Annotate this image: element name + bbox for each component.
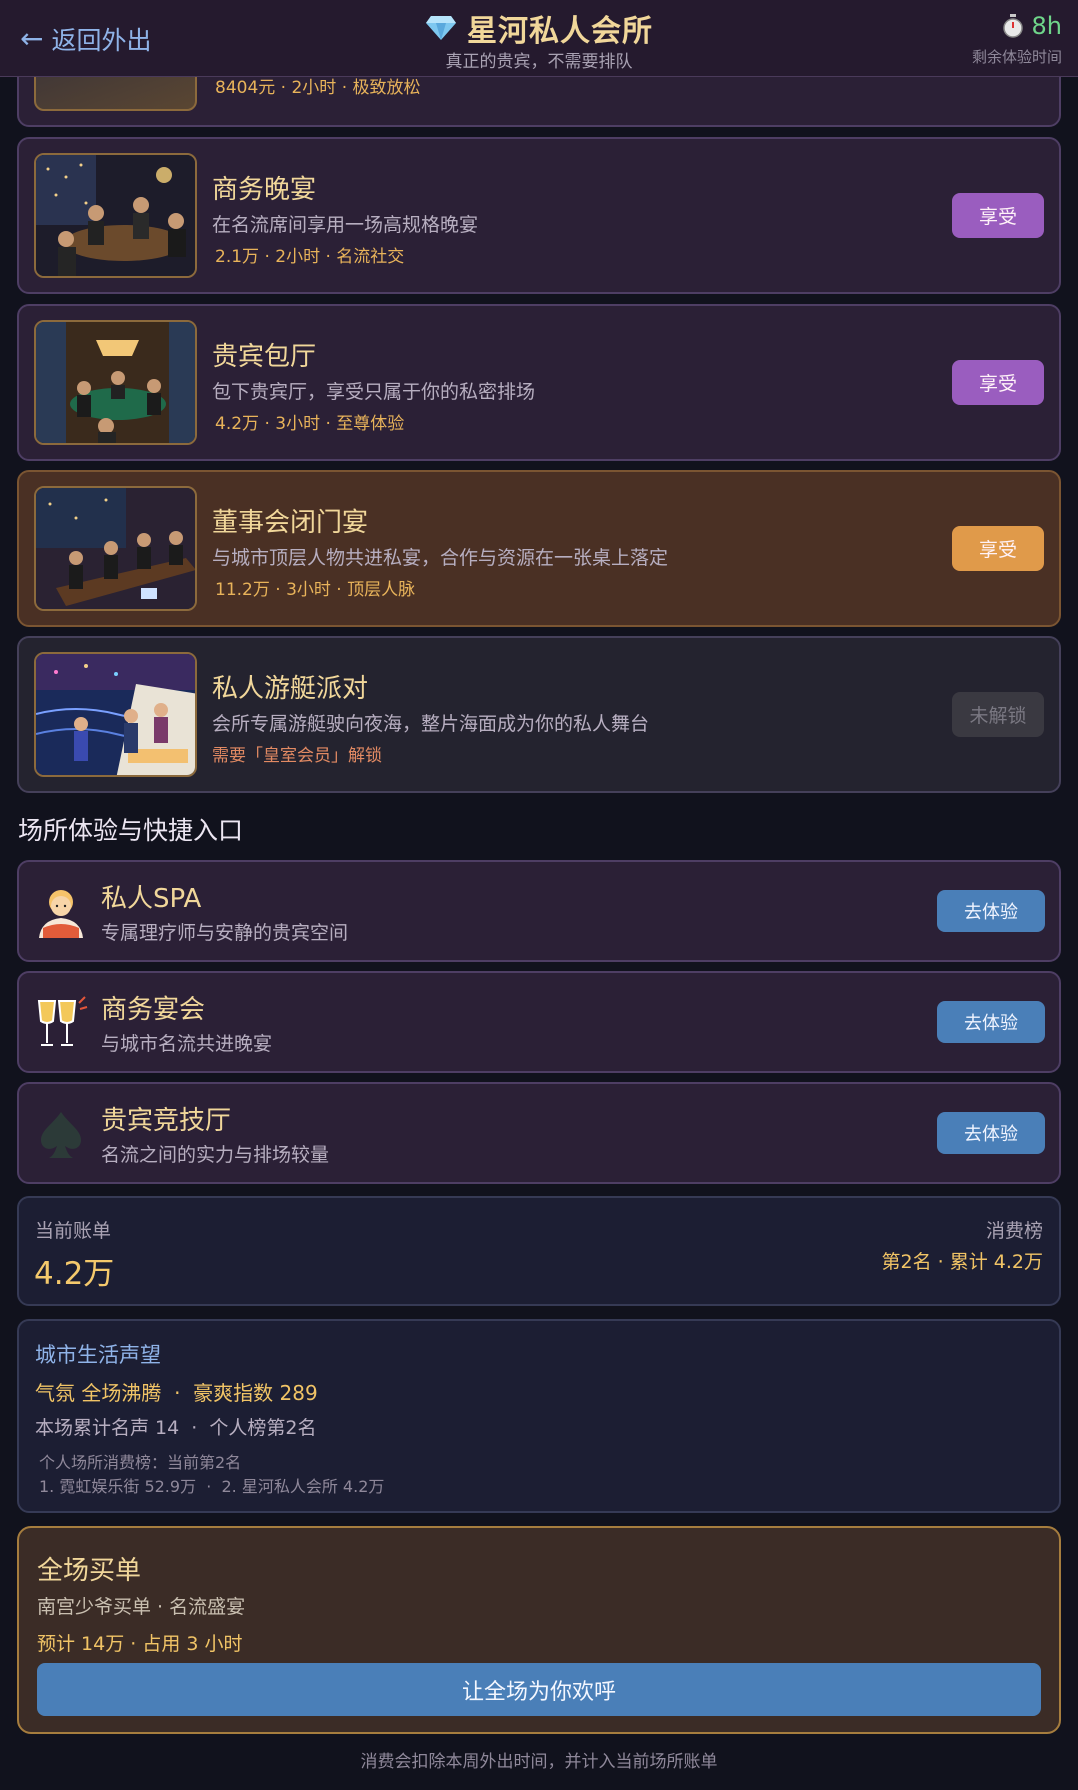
experience-description: 在名流席间享用一场高规格晚宴 (212, 214, 479, 236)
shortcut-title: 商务宴会 (101, 995, 206, 1025)
experience-card-dinner: 商务晚宴 在名流席间享用一场高规格晚宴 2.1万 · 2小时 · 名流社交 享受 (17, 137, 1061, 294)
unlock-requirement: 需要「皇室会员」解锁 (212, 746, 382, 766)
try-button[interactable]: 去体验 (937, 1112, 1045, 1154)
experience-description: 与城市顶层人物共进私宴，合作与资源在一张桌上落定 (212, 547, 669, 569)
try-button[interactable]: 去体验 (937, 1001, 1045, 1043)
city-prestige-panel: 城市生活声望 气氛 全场沸腾 · 豪爽指数 289 本场累计名声 14 · 个人… (17, 1319, 1061, 1513)
experience-title: 私人游艇派对 (212, 674, 369, 704)
top-bar: ← 返回外出 星河私人会所 真正的贵宾，不需要排队 8h 剩余体验时间 (0, 0, 1078, 77)
experience-card-board-dinner: 董事会闭门宴 与城市顶层人物共进私宴，合作与资源在一张桌上落定 11.2万 · … (17, 470, 1061, 627)
timer-label: 剩余体验时间 (971, 48, 1062, 66)
try-button[interactable]: 去体验 (937, 890, 1045, 932)
champagne-icon (33, 995, 89, 1051)
venue-rank: 个人场所消费榜：当前第2名 (39, 1453, 242, 1472)
current-bill-panel: 当前账单 4.2万 消费榜 第2名 · 累计 4.2万 (17, 1196, 1061, 1306)
bill-amount: 4.2万 (34, 1256, 115, 1292)
shortcut-title: 贵宾竞技厅 (101, 1106, 232, 1136)
venue-rank-list: 1. 霓虹娱乐街 52.9万 · 2. 星河私人会所 4.2万 (39, 1477, 385, 1496)
treat-title: 全场买单 (37, 1556, 142, 1586)
shortcut-card-arena: 贵宾竞技厅 名流之间的实力与排场较量 去体验 (17, 1082, 1061, 1184)
spa-person-icon (33, 884, 89, 940)
experience-thumbnail (34, 320, 197, 445)
experience-title: 商务晚宴 (212, 175, 317, 205)
experience-description: 包下贵宾厅，享受只属于你的私密排场 (212, 381, 536, 403)
experience-description: 会所专属游艇驶向夜海，整片海面成为你的私人舞台 (212, 713, 650, 735)
experience-meta: 2.1万 · 2小时 · 名流社交 (215, 247, 405, 267)
treat-estimate: 预计 14万 · 占用 3 小时 (37, 1633, 243, 1655)
bill-label: 当前账单 (35, 1220, 112, 1242)
title-row: 星河私人会所 (0, 6, 1078, 50)
fame-stats: 本场累计名声 14 · 个人榜第2名 (35, 1417, 317, 1439)
timer-value: 8h (1031, 12, 1062, 40)
experience-title: 贵宾包厅 (212, 342, 317, 372)
section-title: 场所体验与快捷入口 (18, 816, 244, 845)
stopwatch-icon (1002, 14, 1023, 38)
spending-rank-label: 消费榜 (985, 1220, 1043, 1242)
enjoy-button[interactable]: 享受 (952, 526, 1044, 571)
cheer-button[interactable]: 让全场为你欢呼 (37, 1663, 1041, 1716)
page-title: 星河私人会所 (467, 14, 653, 49)
experience-thumbnail (34, 652, 197, 777)
experience-meta: 11.2万 · 3小时 · 顶层人脉 (215, 580, 416, 600)
experience-thumbnail (34, 153, 197, 278)
experience-title: 董事会闭门宴 (212, 508, 369, 538)
locked-button: 未解锁 (952, 692, 1044, 737)
spending-rank-value: 第2名 · 累计 4.2万 (881, 1251, 1043, 1273)
shortcut-title: 私人SPA (101, 884, 202, 914)
experience-meta: 4.2万 · 3小时 · 至尊体验 (215, 414, 405, 434)
shortcut-description: 与城市名流共进晚宴 (101, 1033, 273, 1055)
treat-subtitle: 南宫少爷买单 · 名流盛宴 (37, 1596, 246, 1618)
shortcut-description: 名流之间的实力与排场较量 (101, 1144, 330, 1166)
experience-card-vip-room: 贵宾包厅 包下贵宾厅，享受只属于你的私密排场 4.2万 · 3小时 · 至尊体验… (17, 304, 1061, 461)
enjoy-button[interactable]: 享受 (952, 193, 1044, 238)
diamond-icon (426, 16, 456, 40)
shortcut-card-spa: 私人SPA 专属理疗师与安静的贵宾空间 去体验 (17, 860, 1061, 962)
prestige-title: 城市生活声望 (35, 1343, 161, 1367)
experience-card-yacht-party: 私人游艇派对 会所专属游艇驶向夜海，整片海面成为你的私人舞台 需要「皇室会员」解… (17, 636, 1061, 793)
shortcut-card-banquet: 商务宴会 与城市名流共进晚宴 去体验 (17, 971, 1061, 1073)
shortcut-description: 专属理疗师与安静的贵宾空间 (101, 922, 349, 944)
experience-thumbnail (34, 486, 197, 611)
time-remaining: 8h (1002, 12, 1062, 40)
enjoy-button[interactable]: 享受 (952, 360, 1044, 405)
page-subtitle: 真正的贵宾，不需要排队 (445, 52, 633, 72)
footnote: 消费会扣除本周外出时间，并计入当前场所账单 (360, 1752, 718, 1772)
treat-everyone-panel: 全场买单 南宫少爷买单 · 名流盛宴 预计 14万 · 占用 3 小时 让全场为… (17, 1526, 1061, 1734)
atmosphere-stats: 气氛 全场沸腾 · 豪爽指数 289 (35, 1381, 318, 1405)
spade-icon (33, 1106, 89, 1162)
